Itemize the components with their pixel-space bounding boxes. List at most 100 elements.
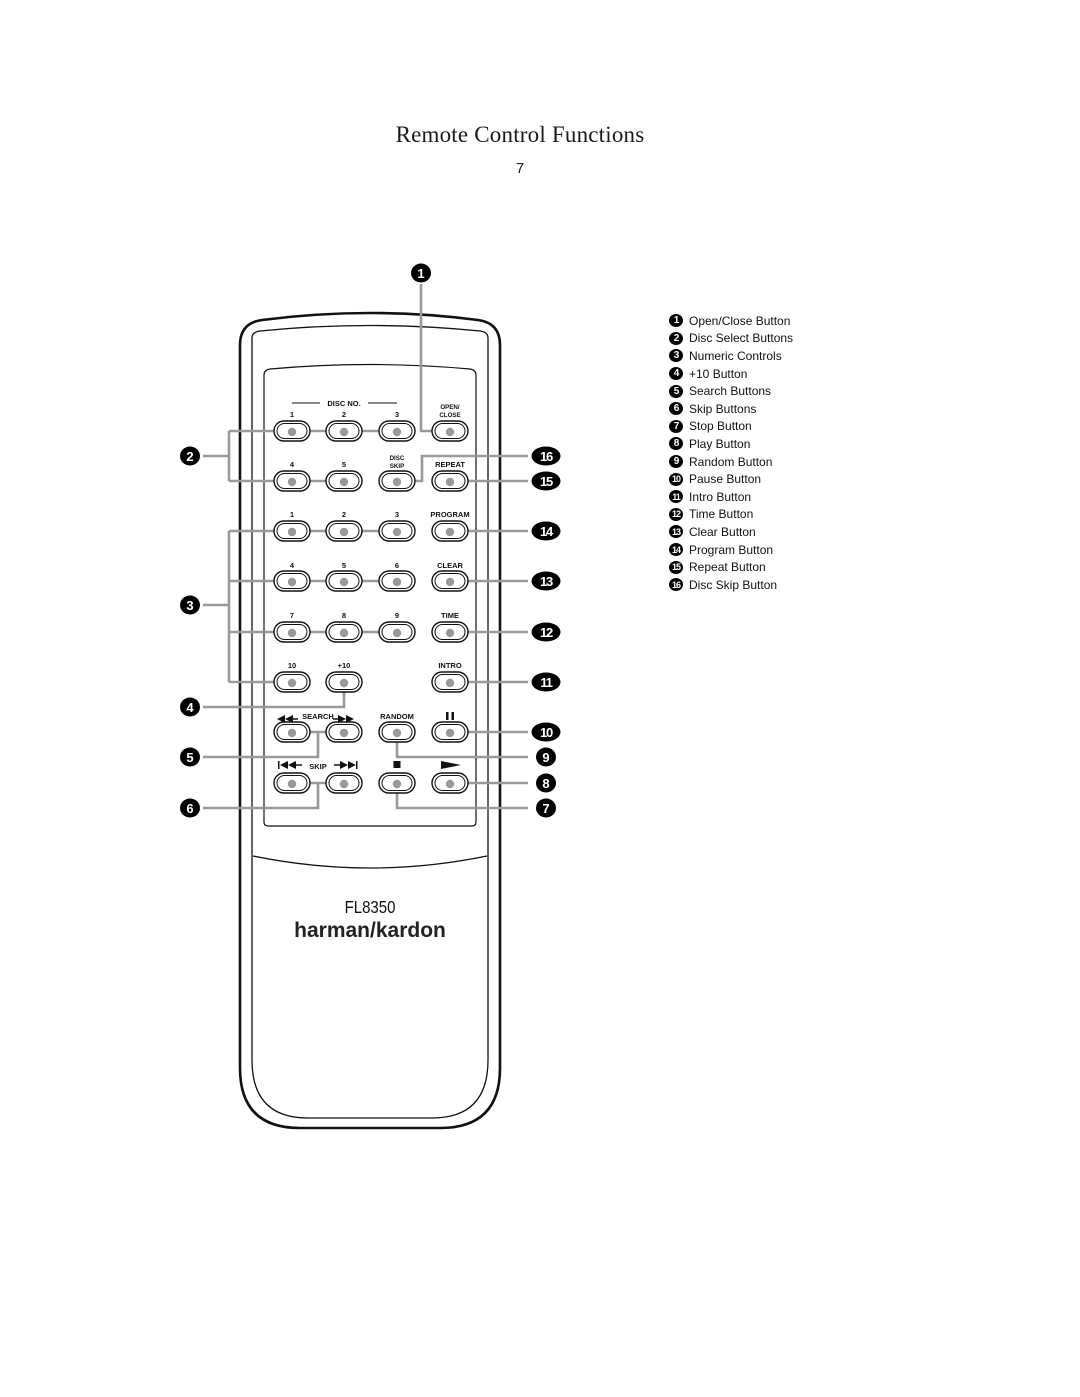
skip-forward-icon [334,761,358,769]
search-forward-button[interactable] [325,721,363,743]
open-close-label: OPEN/ [440,404,460,411]
body-divider [252,855,488,869]
callout-badge-icon: 13 [669,525,683,539]
random-label: RANDOM [380,712,414,721]
legend-item: 7 Stop Button [669,418,793,436]
legend-item: 14 Program Button [669,541,793,559]
callout-number: 5 [186,750,193,765]
legend-label: Disc Skip Button [689,577,778,592]
skip-forward-button[interactable] [325,772,363,794]
plus-10-button[interactable] [325,671,363,693]
random-button[interactable] [378,721,416,743]
callout-badge-icon: 5 [669,384,683,398]
num-9-button[interactable] [378,621,416,643]
button-label: 5 [342,460,346,469]
button-label: 4 [290,561,295,570]
legend-item: 15 Repeat Button [669,558,793,576]
num-4-button[interactable] [273,570,311,592]
callout-badge-icon: 9 [669,455,683,469]
callout-15: 15 [531,471,561,491]
disc-no-heading: DISC NO. [327,399,360,408]
legend-item: 11 Intro Button [669,488,793,506]
disc-4-button[interactable] [273,470,311,492]
callout-12: 12 [531,622,561,642]
repeat-label: REPEAT [435,460,465,469]
legend-item: 3 Numeric Controls [669,347,793,365]
repeat-button[interactable] [431,470,469,492]
callout-badge-icon: 16 [669,578,683,592]
num-2-button[interactable] [325,520,363,542]
callout-badge-icon: 15 [669,560,683,574]
intro-button[interactable] [431,671,469,693]
button-grid [273,420,469,794]
callout-number: 11 [540,675,552,690]
disc-2-button[interactable] [325,420,363,442]
button-label: 2 [342,410,346,419]
legend-item: 5 Search Buttons [669,382,793,400]
disc-skip-button[interactable] [378,470,416,492]
open-close-button[interactable] [431,420,469,442]
legend-item: 4 +10 Button [669,365,793,383]
callout-badge-icon: 8 [669,437,683,451]
clear-button[interactable] [431,570,469,592]
callout-badge-icon: 4 [669,367,683,381]
skip-back-button[interactable] [273,772,311,794]
leader-4 [203,682,346,709]
callout-8: 8 [536,773,556,793]
legend-label: +10 Button [689,366,748,381]
callout-number: 12 [540,625,553,640]
legend-item: 9 Random Button [669,453,793,471]
num-8-button[interactable] [325,621,363,643]
pause-button[interactable] [431,721,469,743]
callout-badge-icon: 11 [669,490,683,504]
num-7-button[interactable] [273,621,311,643]
search-back-button[interactable] [273,721,311,743]
disc-3-button[interactable] [378,420,416,442]
button-label: 9 [395,611,399,620]
stop-button[interactable] [378,772,416,794]
legend-label: Open/Close Button [689,313,791,328]
legend-label: Numeric Controls [689,348,782,363]
legend-item: 10 Pause Button [669,470,793,488]
callout-number: 2 [186,449,193,464]
callout-13: 13 [531,571,561,591]
callout-10: 10 [531,722,561,742]
button-label: 6 [395,561,399,570]
num-5-button[interactable] [325,570,363,592]
stop-icon [393,761,401,768]
search-label: SEARCH [302,712,334,721]
button-label: 3 [395,410,399,419]
disc-skip-label: SKIP [390,463,404,470]
button-label: 1 [290,410,294,419]
legend-label: Program Button [689,542,774,557]
program-button[interactable] [431,520,469,542]
button-label: 5 [342,561,346,570]
callout-14: 14 [531,521,561,541]
legend-label: Skip Buttons [689,401,757,416]
callout-11: 11 [531,672,561,692]
callout-16: 16 [531,446,561,466]
legend-label: Clear Button [689,524,756,539]
num-1-button[interactable] [273,520,311,542]
disc-1-button[interactable] [273,420,311,442]
open-close-label: CLOSE [439,412,460,419]
callout-number: 13 [540,574,553,589]
play-button[interactable] [431,772,469,794]
disc-5-button[interactable] [325,470,363,492]
callout-number: 3 [186,598,193,613]
legend-item: 8 Play Button [669,435,793,453]
num-3-button[interactable] [378,520,416,542]
callout-number: 9 [542,750,549,765]
callout-2: 2 [180,446,200,466]
legend-label: Random Button [689,454,773,469]
button-label: 7 [290,611,294,620]
button-label: 3 [395,510,399,519]
legend-label: Repeat Button [689,560,766,575]
brand-logo: harman/kardon [294,919,446,942]
skip-back-icon [278,761,302,769]
num-10-button[interactable] [273,671,311,693]
num-6-button[interactable] [378,570,416,592]
remote-control-diagram: DISC NO.1 2 3OPEN/CLOSE4 5DISCSKIP REPEAT1 2 3… [180,263,561,1130]
time-button[interactable] [431,621,469,643]
button-label: 8 [342,611,346,620]
